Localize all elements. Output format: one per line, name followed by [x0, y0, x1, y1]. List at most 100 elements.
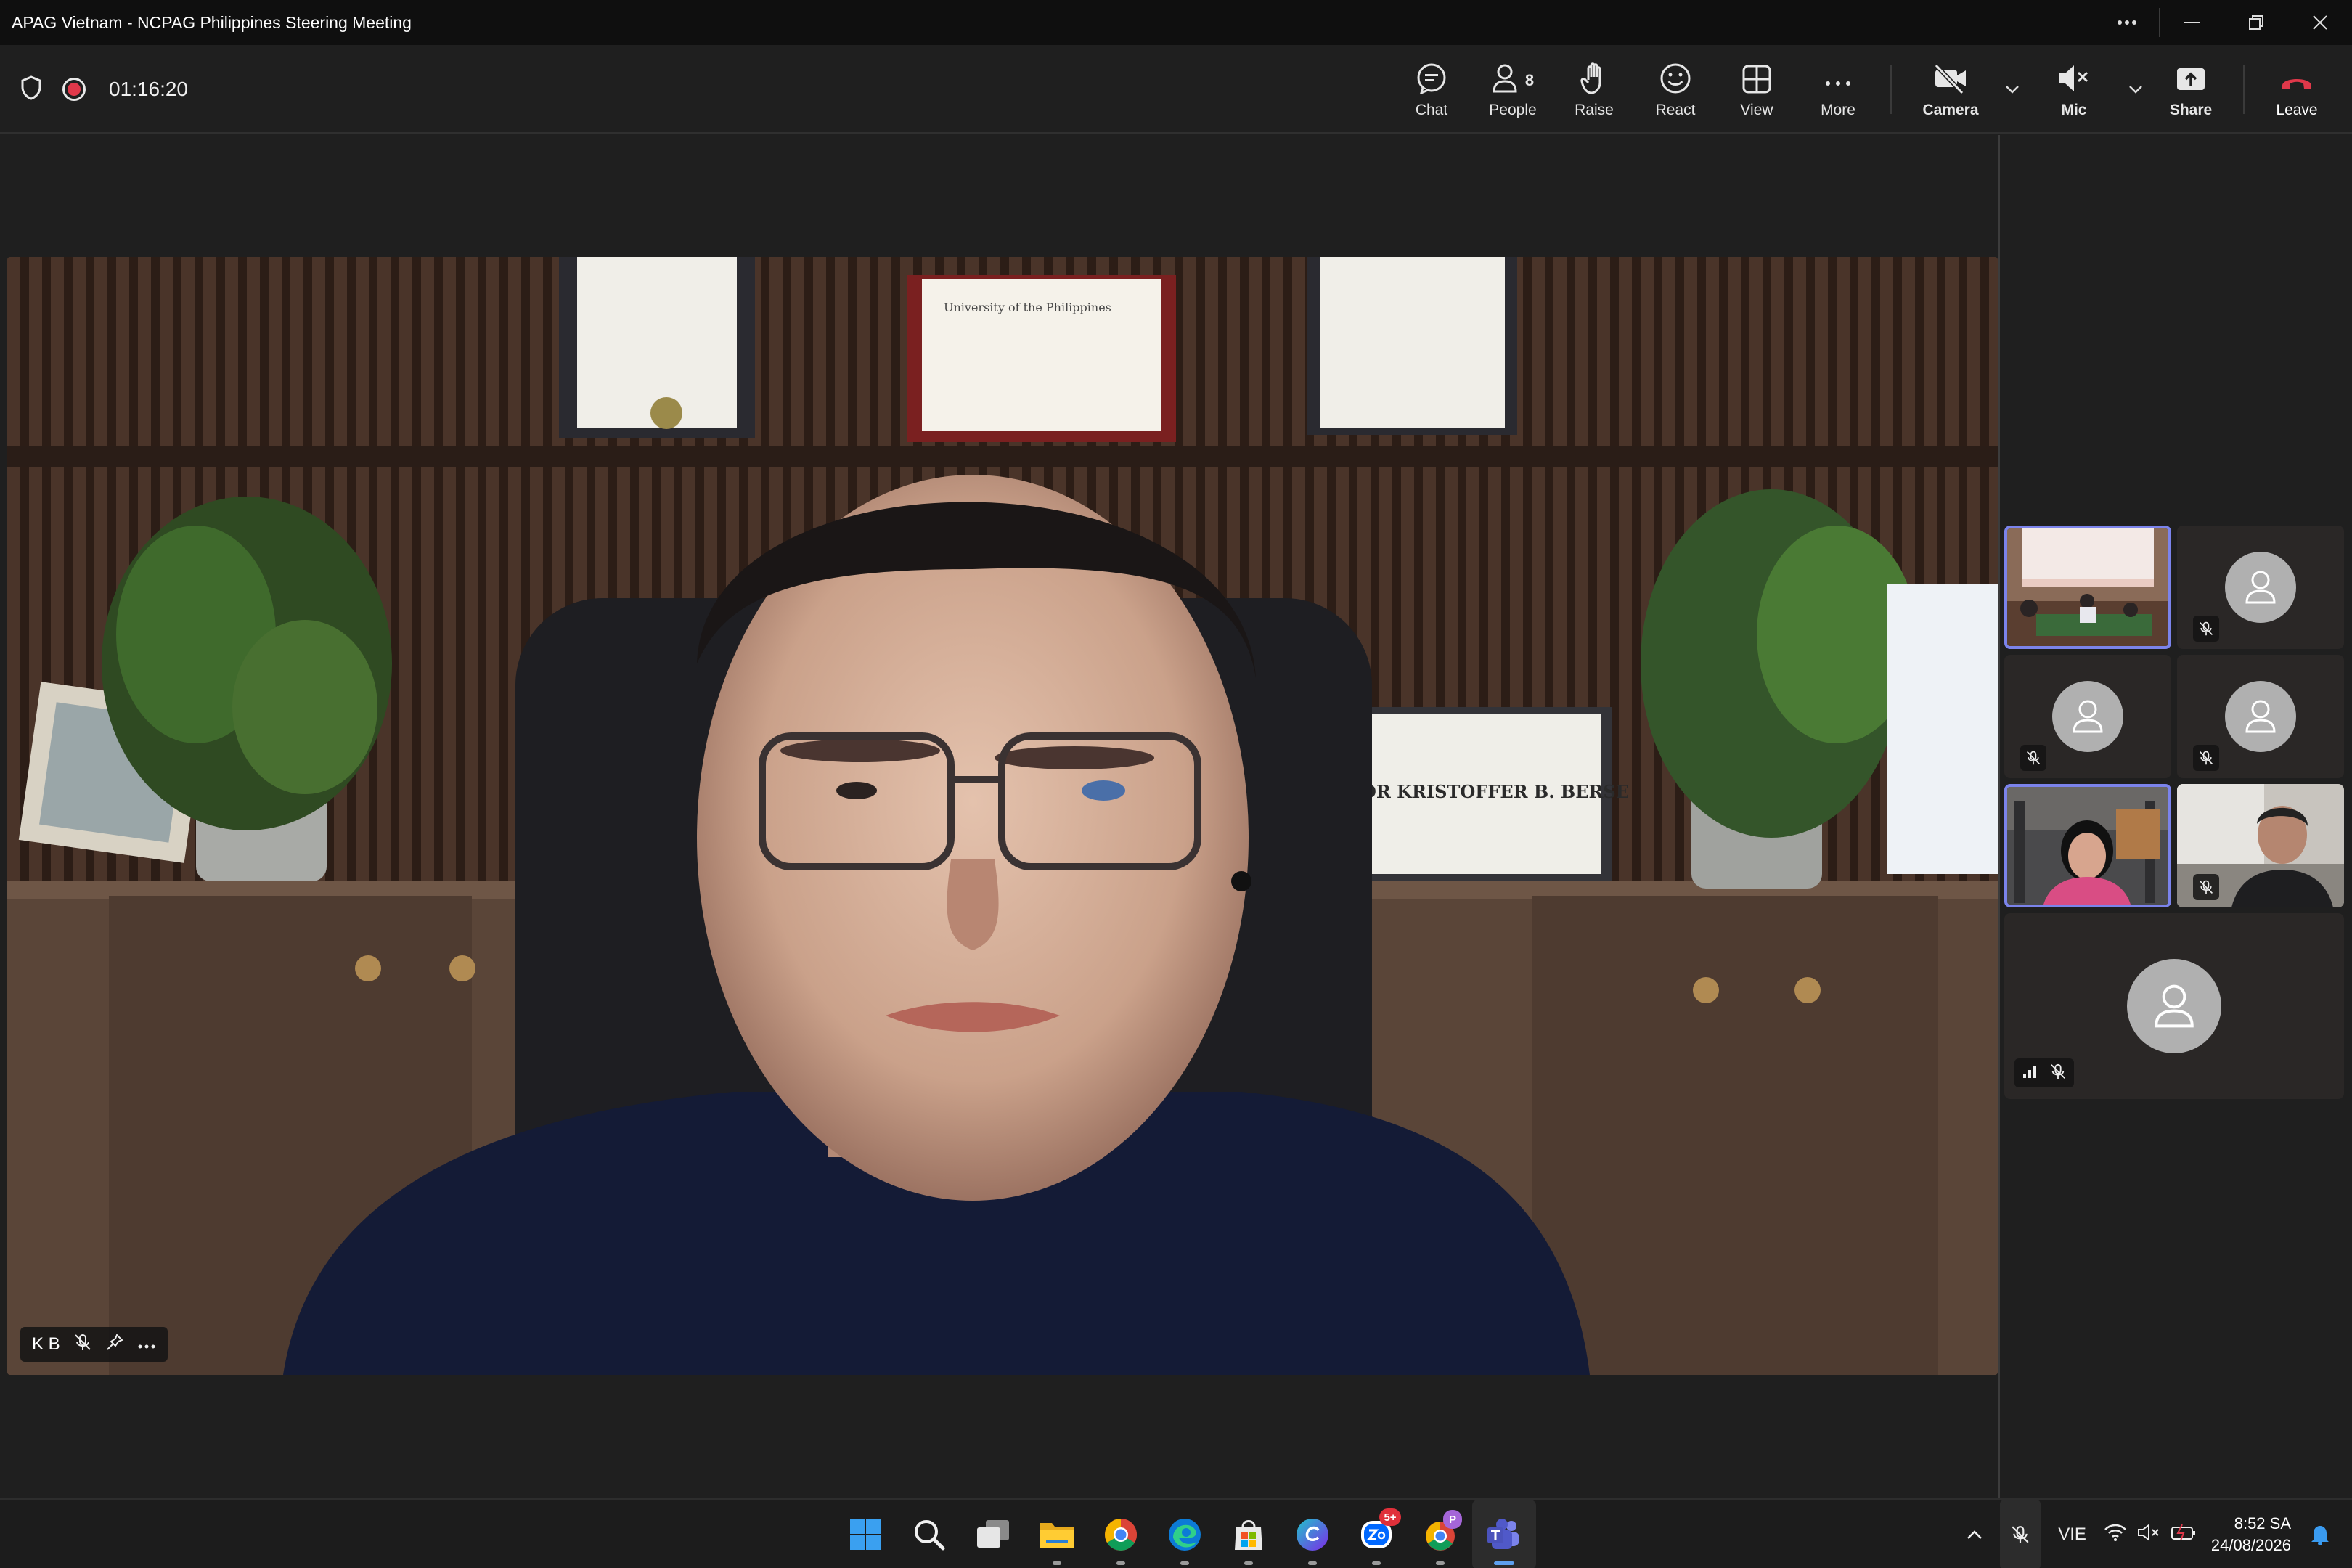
video-room-image [2007, 528, 2168, 646]
wifi-icon [2104, 1523, 2127, 1547]
zalo-icon[interactable]: 5+ [1344, 1500, 1408, 1568]
mic-off-icon [2193, 874, 2219, 900]
mic-muted-icon [2057, 60, 2091, 94]
meeting-controls: Chat 8 People Raise React View More Came… [1391, 45, 2337, 134]
video-woman-image [2007, 787, 2168, 905]
meeting-timer: 01:16:20 [109, 78, 188, 100]
leave-label: Leave [2276, 102, 2318, 118]
people-button[interactable]: 8 People [1472, 45, 1553, 134]
window-title: APAG Vietnam - NCPAG Philippines Steerin… [12, 12, 412, 32]
notification-bell-icon[interactable] [2306, 1500, 2352, 1568]
chat-button[interactable]: Chat [1391, 45, 1472, 134]
task-view-icon[interactable] [961, 1500, 1025, 1568]
mic-button[interactable]: Mic [2027, 45, 2121, 134]
more-label: More [1821, 102, 1855, 118]
people-label: People [1489, 102, 1537, 118]
system-tray: VIE 8:52 SA 24/08/2026 [1956, 1500, 2352, 1568]
share-button[interactable]: Share [2150, 45, 2231, 134]
view-label: View [1740, 102, 1773, 118]
mic-off-icon [2020, 745, 2046, 771]
gallery-tile-avatar[interactable] [2177, 655, 2344, 778]
gallery-tile-avatar-large[interactable] [2004, 913, 2344, 1099]
taskbar-apps: 5+ P [833, 1500, 1536, 1568]
raise-label: Raise [1575, 102, 1614, 118]
restore-icon[interactable] [2224, 0, 2288, 45]
participant-name: K B [32, 1334, 60, 1354]
chrome-profile-icon[interactable]: P [1408, 1500, 1472, 1568]
window-titlebar: APAG Vietnam - NCPAG Philippines Steerin… [0, 0, 2352, 45]
signal-strength-icon [2022, 1063, 2038, 1083]
leave-button[interactable]: Leave [2256, 45, 2337, 134]
hang-up-icon [2279, 60, 2314, 94]
pin-icon[interactable] [105, 1333, 124, 1357]
zalo-notification-badge: 5+ [1379, 1508, 1401, 1526]
person-icon [2225, 552, 2296, 623]
grid-view-icon [1741, 60, 1772, 94]
canva-icon[interactable] [1281, 1500, 1344, 1568]
clock-date: 24/08/2026 [2210, 1536, 2291, 1554]
participant-nameplate: K B [20, 1327, 168, 1362]
meeting-status: 01:16:20 [20, 45, 188, 134]
windows-start-icon[interactable] [833, 1500, 897, 1568]
mic-options-chevron-icon[interactable] [2121, 45, 2150, 134]
camera-options-chevron-icon[interactable] [1998, 45, 2027, 134]
more-icon[interactable] [2095, 0, 2159, 45]
close-icon[interactable] [2288, 0, 2352, 45]
raise-hand-button[interactable]: Raise [1553, 45, 1635, 134]
file-explorer-icon[interactable] [1025, 1500, 1089, 1568]
mic-off-icon [2193, 616, 2219, 642]
gallery-tile-avatar[interactable] [2177, 526, 2344, 649]
search-icon[interactable] [897, 1500, 961, 1568]
gallery-tile-woman[interactable] [2004, 784, 2171, 907]
clock-time: 8:52 SA [2234, 1514, 2291, 1532]
view-button[interactable]: View [1716, 45, 1797, 134]
certificate-title-text: University of the Philippines [944, 301, 1111, 314]
camera-button[interactable]: Camera [1903, 45, 1998, 134]
mic-label: Mic [2061, 102, 2087, 118]
quick-settings[interactable] [2096, 1500, 2204, 1568]
minimize-icon[interactable] [2160, 0, 2224, 45]
windows-taskbar: 5+ P VIE 8:52 SA 24/08/2026 [0, 1498, 2352, 1568]
hand-icon [1580, 60, 1609, 94]
chat-icon [1416, 60, 1447, 94]
clock[interactable]: 8:52 SA 24/08/2026 [2204, 1513, 2306, 1556]
input-language[interactable]: VIE [2048, 1500, 2096, 1568]
shield-icon[interactable] [20, 75, 42, 104]
participant-options-icon[interactable] [137, 1334, 156, 1355]
share-icon [2175, 60, 2207, 94]
chrome-icon[interactable] [1089, 1500, 1153, 1568]
gallery-tile-avatar[interactable] [2004, 655, 2171, 778]
ellipsis-icon [1824, 60, 1853, 94]
react-label: React [1655, 102, 1696, 118]
certificate-nameplate-text: DR KRISTOFFER B. BERSE [1361, 781, 1629, 802]
react-button[interactable]: React [1635, 45, 1716, 134]
mic-off-icon [73, 1333, 92, 1357]
speaker-muted-icon [2137, 1523, 2160, 1547]
person-icon [2127, 959, 2221, 1053]
camera-off-icon [1933, 60, 1968, 94]
microphone-muted-icon[interactable] [2000, 1500, 2041, 1568]
battery-charging-icon [2171, 1523, 2197, 1547]
gallery-tile-man[interactable] [2177, 784, 2344, 907]
people-icon [1493, 64, 1517, 93]
window-controls [2095, 0, 2352, 45]
mic-off-icon [2193, 745, 2219, 771]
share-label: Share [2169, 102, 2213, 118]
more-button[interactable]: More [1797, 45, 1879, 134]
gallery-tile-room[interactable] [2004, 526, 2171, 649]
mic-off-icon [2049, 1063, 2067, 1084]
recording-indicator-icon[interactable] [62, 78, 86, 101]
person-icon [2225, 681, 2296, 752]
profile-badge: P [1443, 1510, 1462, 1529]
people-count: 8 [1524, 71, 1535, 89]
edge-icon[interactable] [1153, 1500, 1217, 1568]
teams-icon[interactable] [1472, 1500, 1536, 1568]
chevron-up-icon[interactable] [1956, 1500, 1993, 1568]
meeting-stage: DR KRISTOFFER B. BERSE University of the… [0, 135, 1998, 1498]
main-participant-video[interactable]: DR KRISTOFFER B. BERSE University of the… [7, 257, 1998, 1375]
participant-status-badge [2014, 1058, 2074, 1087]
participant-gallery [2000, 135, 2352, 1498]
meeting-toolbar: 01:16:20 Chat 8 People Raise React View … [0, 45, 2352, 134]
microsoft-store-icon[interactable] [1217, 1500, 1281, 1568]
person-icon [2052, 681, 2123, 752]
